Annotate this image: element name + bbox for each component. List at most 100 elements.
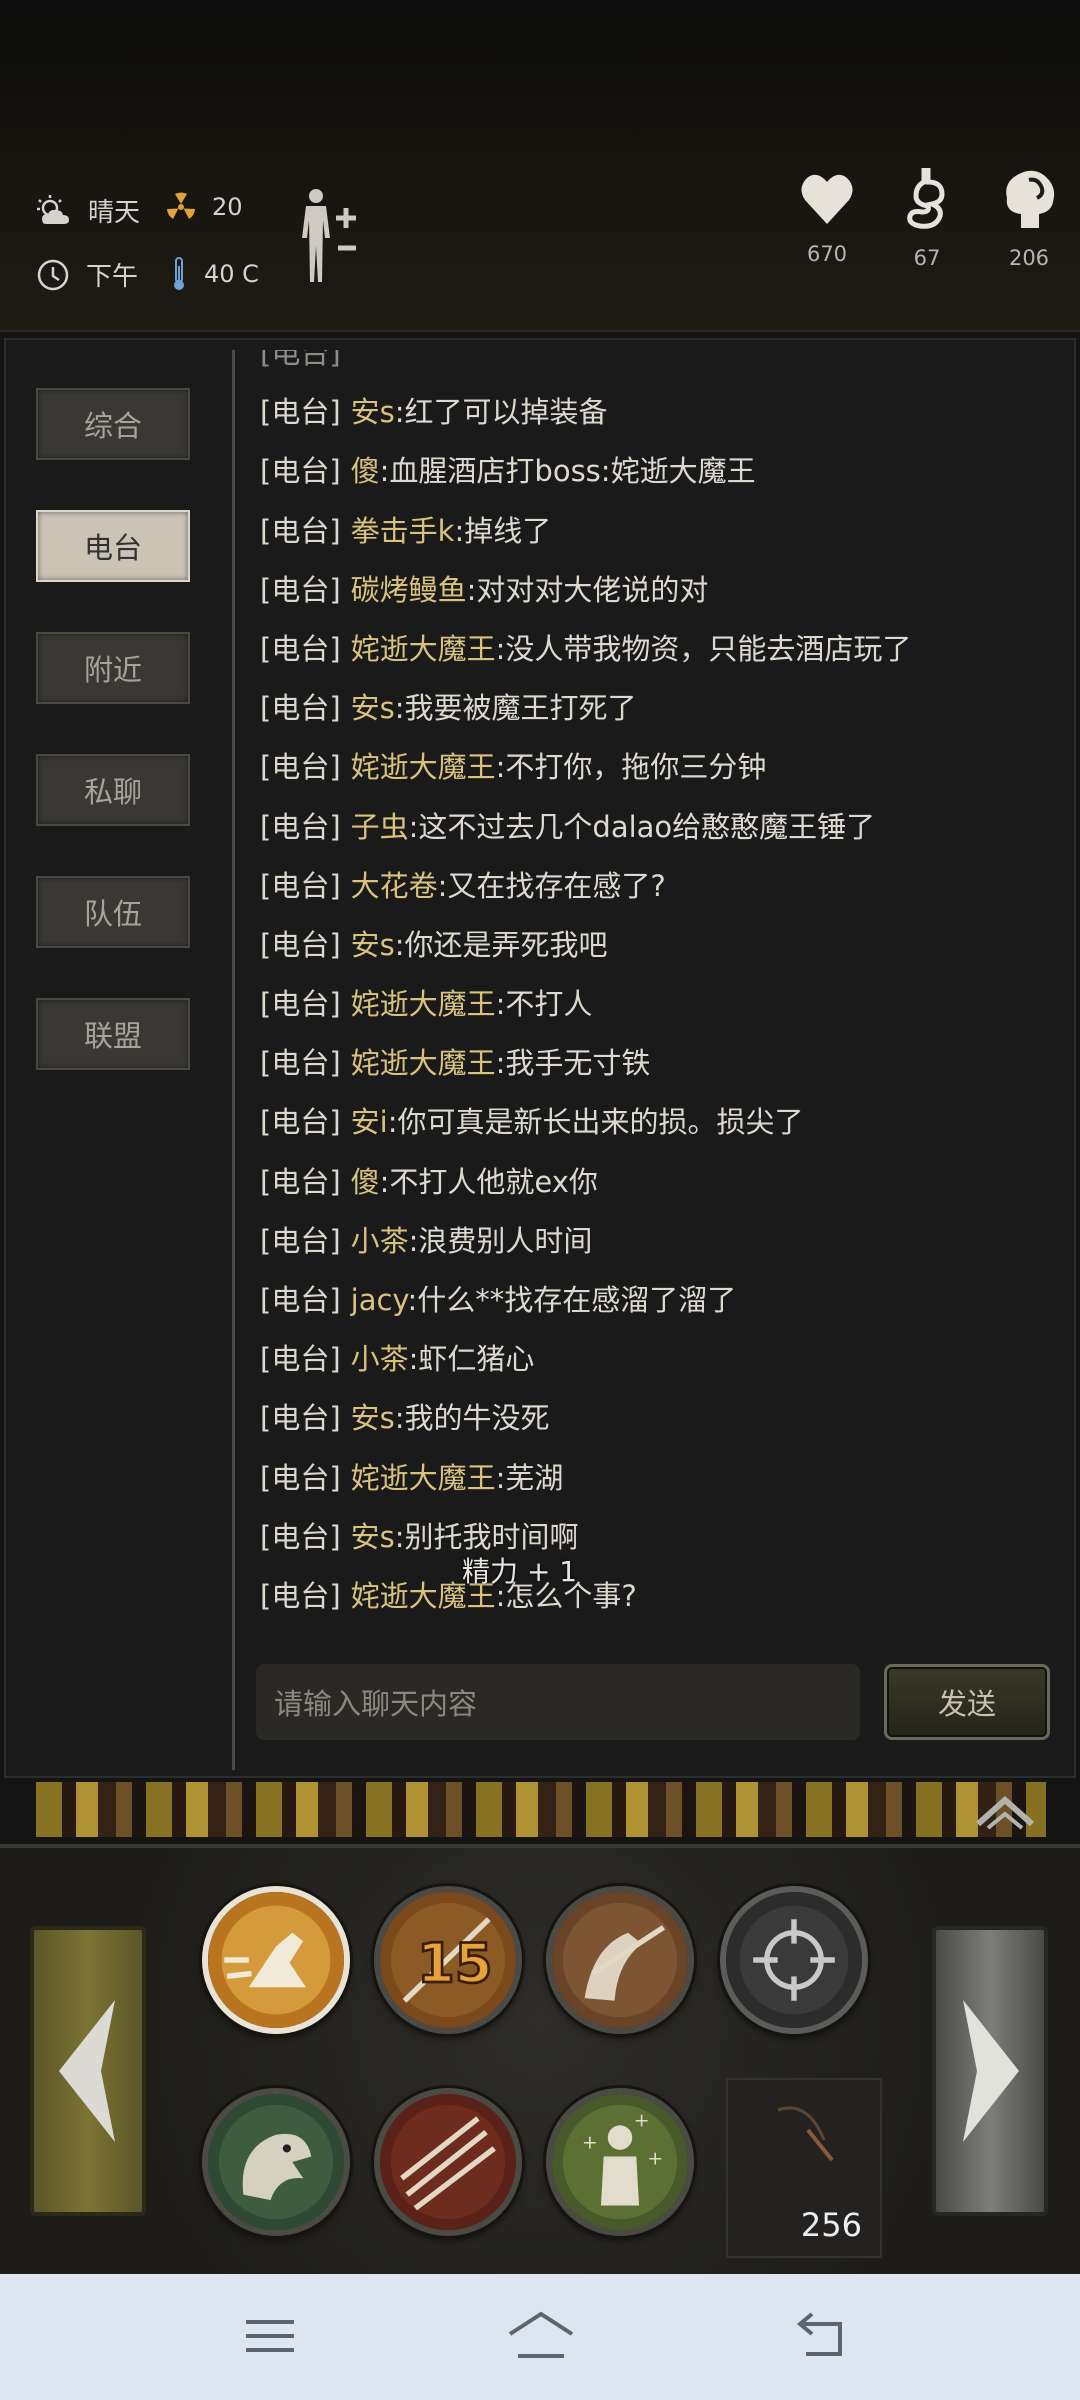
skill-bar: 15 + + + 256 [0,1844,1080,2278]
list-item: [电台] jacy:什么**找存在感溜了溜了 [260,1271,1060,1330]
message-sender[interactable]: 小茶 [351,1342,409,1376]
health-value: 670 [806,242,848,266]
eagle-icon [208,2094,344,2230]
list-item: [电台] [260,350,341,370]
health-stat: 670 [772,168,882,266]
message-sender[interactable]: 姹逝大魔王 [351,987,496,1021]
message-channel: [电台] [260,1342,341,1377]
home-icon[interactable] [506,2308,576,2364]
time-label: 下午 [86,262,139,292]
chat-channel-tabs: 综合 电台 附近 私聊 队伍 联盟 [36,388,192,1120]
message-sender[interactable]: 拳击手k [351,514,455,548]
message-sender[interactable]: 安s [351,928,395,962]
send-button[interactable]: 发送 [884,1664,1050,1740]
message-sender[interactable]: 大花卷 [351,869,438,903]
message-sender[interactable]: jacy [351,1283,408,1317]
message-text: :芜湖 [495,1460,564,1495]
hunger-value: 67 [913,246,941,270]
heal-figure-icon: + + + [552,2094,688,2230]
temperature-status: 40 C [170,256,259,292]
item-slot[interactable]: 256 [726,2078,882,2258]
body-status-button[interactable] [294,186,364,290]
message-text: :我的牛没死 [394,1401,550,1436]
skill-heal[interactable]: + + + [546,2088,694,2236]
tab-radio[interactable]: 电台 [36,510,190,582]
message-text: :别托我时间啊 [394,1519,579,1554]
message-sender[interactable]: 小茶 [351,1224,409,1258]
menu-icon[interactable] [242,2308,298,2364]
message-sender[interactable]: 姹逝大魔王 [351,1046,496,1080]
list-item: [电台] 姹逝大魔王:没人带我物资，只能去酒店玩了 [260,620,1060,679]
message-sender[interactable]: 安s [351,691,395,725]
chat-input[interactable]: 请输入聊天内容 [256,1664,860,1740]
message-text: :虾仁猪心 [408,1342,535,1377]
message-sender[interactable]: 姹逝大魔王 [351,632,496,666]
temperature-value: 40 C [204,260,259,288]
tab-private[interactable]: 私聊 [36,754,190,826]
skill-multishot[interactable] [374,2088,522,2236]
radiation-value: 20 [212,193,243,221]
sanity-stat: 206 [974,168,1080,270]
crosshair-icon [726,1892,862,2028]
message-sender[interactable]: 傻 [351,1165,380,1199]
message-text: :掉线了 [454,513,552,548]
tab-nearby[interactable]: 附近 [36,632,190,704]
message-channel: [电台] [260,1105,341,1140]
list-item: [电台] 安s:我要被魔王打死了 [260,679,1060,738]
sanity-value: 206 [1008,246,1050,270]
chevron-up-icon[interactable] [970,1790,1040,1830]
list-item: [电台] 安s:别托我时间啊 [260,1508,1060,1567]
sunny-cloud-icon [37,194,69,224]
list-item: [电台] 碳烤鳗鱼:对对对大佬说的对 [260,561,1060,620]
skill-charge[interactable] [202,1886,350,2034]
message-channel: [电台] [260,631,341,666]
list-item: [电台] 傻:血腥酒店打boss:姹逝大魔王 [260,442,1060,501]
skill-eagle-eye[interactable] [202,2088,350,2236]
message-sender[interactable]: 傻 [351,454,380,488]
message-channel: [电台] [260,809,341,844]
message-sender[interactable]: 子虫 [351,810,409,844]
list-item: [电台] 安s:我的牛没死 [260,1389,1060,1448]
message-sender[interactable]: 碳烤鳗鱼 [351,573,467,607]
message-channel: [电台] [260,1460,341,1495]
message-channel: [电台] [260,513,341,548]
next-page-button[interactable] [932,1926,1048,2216]
tab-alliance[interactable]: 联盟 [36,998,190,1070]
clock-icon [37,259,69,290]
list-item: [电台] 安s:你还是弄死我吧 [260,916,1060,975]
skill-aimed-shot[interactable]: 15 [374,1886,522,2034]
message-channel: [电台] [260,1519,341,1554]
message-sender[interactable]: 安i [351,1105,388,1139]
scene-view [36,1782,1046,1837]
list-item: [电台] 子虫:这不过去几个dalao给憨憨魔王锤了 [260,798,1060,857]
message-channel: [电台] [260,1283,341,1317]
back-icon[interactable] [792,2308,848,2364]
message-text: :不打人他就ex你 [379,1164,598,1199]
heart-icon [801,174,853,224]
tab-team[interactable]: 队伍 [36,876,190,948]
radiation-icon [167,192,195,219]
message-sender[interactable]: 安s [351,395,395,429]
message-channel: [电台] [260,868,341,903]
list-item: [电台] 傻:不打人他就ex你 [260,1153,1060,1212]
message-channel: [电台] [260,395,341,430]
arrow-right-icon [963,2000,1019,2142]
chat-message-list[interactable]: [电台] [电台] 安s:红了可以掉装备 [电台] 傻:血腥酒店打boss:姹逝大魔… [260,350,1060,1640]
skill-aim[interactable] [720,1886,868,2034]
skill-countdown: 15 [417,1932,493,1995]
message-channel: [电台] [260,1164,341,1199]
message-sender[interactable]: 姹逝大魔王 [351,1461,496,1495]
chat-divider [232,350,235,1770]
message-text: :你可真是新长出来的损。损尖了 [387,1105,804,1140]
thermometer-icon [174,257,184,290]
prev-page-button[interactable] [30,1926,146,2216]
message-text: :不打人 [495,987,593,1022]
message-sender[interactable]: 安s [351,1401,395,1435]
message-channel: [电台] [260,691,341,726]
message-sender[interactable]: 安s [351,1520,395,1554]
svg-text:+: + [647,2148,663,2170]
message-sender[interactable]: 姹逝大魔王 [351,750,496,784]
charge-skill-icon [208,1892,344,2028]
skill-parry[interactable] [546,1886,694,2034]
tab-general[interactable]: 综合 [36,388,190,460]
